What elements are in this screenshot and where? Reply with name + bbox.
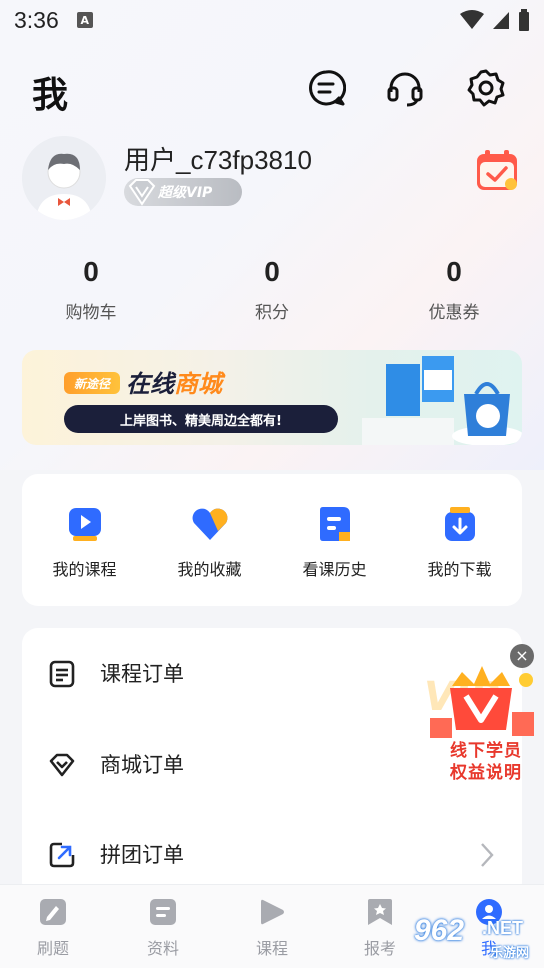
- watermark-cn: 乐游网: [490, 946, 530, 961]
- stat-coupons[interactable]: 0 优惠券: [384, 256, 524, 323]
- close-icon[interactable]: ×: [510, 644, 534, 668]
- quick-watch-history[interactable]: 看课历史: [272, 504, 397, 580]
- message-icon[interactable]: [306, 68, 346, 108]
- order-label: 课程订单: [100, 662, 184, 686]
- heart-icon: [192, 508, 227, 540]
- signal-icon: [493, 12, 509, 29]
- profile-section[interactable]: 用户_c73fp3810 超级VIP: [0, 132, 544, 222]
- mall-banner[interactable]: 新途径 在线商城 上岸图书、精美周边全都有!: [22, 350, 522, 445]
- vip-gift-illustration: VIP: [424, 666, 534, 738]
- vip-label: 超级VIP: [158, 185, 213, 201]
- play-icon: [68, 508, 101, 541]
- settings-gear-icon[interactable]: [466, 68, 506, 108]
- tab-label: 课程: [255, 939, 288, 958]
- quick-link-label: 看课历史: [302, 560, 367, 579]
- notification-a-icon: A: [76, 12, 93, 28]
- tab-label: 资料: [146, 939, 179, 958]
- watermark-number: 962: [414, 914, 465, 947]
- vip-promo-line1: 线下学员: [450, 741, 522, 761]
- order-row-group[interactable]: 拼团订单: [22, 825, 522, 885]
- headset-icon[interactable]: [385, 68, 425, 108]
- page-title: 我: [32, 75, 69, 116]
- wifi-icon: [460, 10, 484, 29]
- username: 用户_c73fp3810: [124, 145, 312, 175]
- vip-badge[interactable]: 超级VIP: [124, 178, 242, 206]
- download-icon: [444, 507, 475, 541]
- tab-courses[interactable]: 课程: [227, 897, 317, 959]
- banner-tag: 新途径: [64, 372, 120, 394]
- quick-my-favorites[interactable]: 我的收藏: [147, 504, 272, 580]
- pencil-note-icon: [40, 899, 66, 925]
- stat-value: 0: [264, 256, 280, 287]
- document-icon: [49, 660, 75, 688]
- tab-practice[interactable]: 刷题: [8, 897, 98, 959]
- stats-row: 0 购物车 0 积分 0 优惠券: [0, 256, 544, 328]
- diamond-icon: [49, 753, 75, 777]
- avatar-person-icon: [22, 136, 106, 220]
- stat-label: 优惠券: [428, 303, 480, 323]
- vip-floating-promo[interactable]: VIP × 线下学员 权益说明: [418, 644, 540, 794]
- quick-link-label: 我的下载: [427, 560, 492, 579]
- quick-links-card: 我的课程 我的收藏 看课历史 我的下载: [22, 474, 522, 606]
- battery-icon: [519, 9, 529, 31]
- vip-diamond-icon: [128, 179, 156, 206]
- bookmark-star-icon: [368, 899, 392, 925]
- stat-label: 积分: [255, 303, 289, 323]
- stat-value: 0: [83, 256, 99, 287]
- quick-link-label: 我的收藏: [177, 560, 242, 579]
- banner-title-b: 商城: [174, 370, 222, 398]
- chevron-right-icon: [481, 843, 494, 867]
- books-illustration: [362, 356, 522, 445]
- avatar[interactable]: [22, 136, 106, 220]
- quick-link-label: 我的课程: [52, 560, 117, 579]
- quick-my-downloads[interactable]: 我的下载: [397, 504, 522, 580]
- tab-label: 刷题: [36, 939, 69, 958]
- banner-subtitle: 上岸图书、精美周边全都有!: [64, 405, 338, 433]
- play-icon: [261, 899, 284, 925]
- status-time: 3:36: [14, 6, 59, 33]
- order-label: 拼团订单: [100, 843, 184, 867]
- tab-materials[interactable]: 资料: [118, 897, 208, 959]
- history-icon: [319, 507, 350, 541]
- vip-promo-line2: 权益说明: [450, 763, 522, 783]
- site-watermark: 962 .NET 乐游网: [410, 912, 544, 968]
- stat-label: 购物车: [65, 303, 117, 323]
- banner-title-a: 在线: [126, 370, 174, 398]
- file-icon: [150, 899, 176, 925]
- stat-cart[interactable]: 0 购物车: [21, 256, 161, 323]
- share-box-icon: [49, 842, 75, 868]
- watermark-net: .NET: [482, 918, 524, 938]
- order-label: 商城订单: [100, 753, 184, 777]
- page-header: 我: [0, 60, 544, 116]
- calendar-checkin-icon[interactable]: [474, 148, 520, 194]
- stat-value: 0: [446, 256, 462, 287]
- vip-promo-text: 线下学员 权益说明: [434, 740, 538, 784]
- quick-my-courses[interactable]: 我的课程: [22, 504, 147, 580]
- stat-points[interactable]: 0 积分: [202, 256, 342, 323]
- banner-title: 在线商城: [126, 364, 222, 399]
- status-bar: 3:36 A: [0, 0, 544, 40]
- status-indicators: [460, 9, 530, 31]
